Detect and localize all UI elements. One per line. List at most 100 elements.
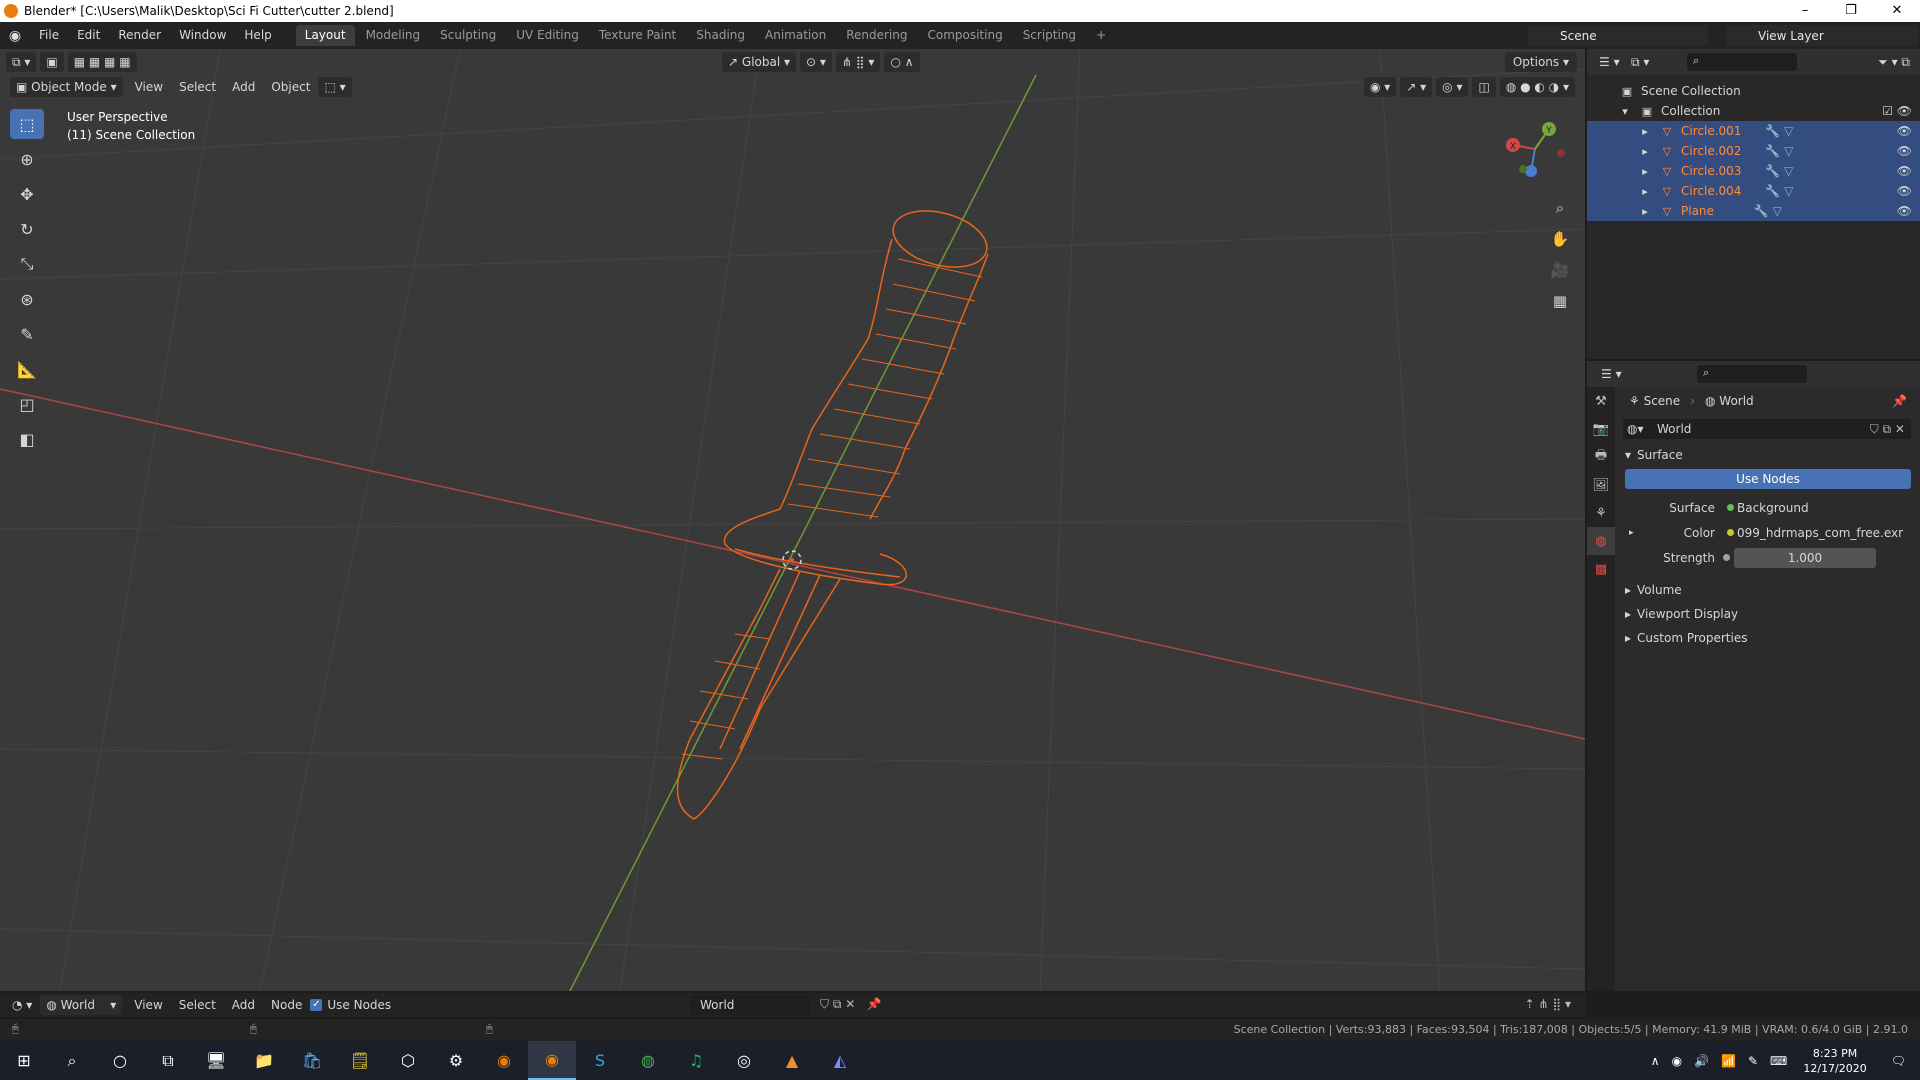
3d-viewport[interactable]: ⧉ ▾ ▣ ▦ ▦ ▦ ▦ ↗ Global ▾ ⊙ ▾ ⋔ ⣿ ▾ ○ ∧ O…: [0, 49, 1585, 991]
maximize-button[interactable]: ❐: [1828, 0, 1874, 22]
tray-app-icon[interactable]: ◉: [1666, 1054, 1688, 1068]
node-menu-view[interactable]: View: [126, 998, 170, 1012]
node-menu-add[interactable]: Add: [224, 998, 263, 1012]
taskbar-clock[interactable]: 8:23 PM 12/17/2020: [1793, 1046, 1876, 1076]
visibility-eye-icon[interactable]: 👁: [1897, 164, 1912, 178]
gizmo-neg-y[interactable]: [1519, 165, 1527, 173]
modifier-mesh-icons[interactable]: 🔧 ▽: [1765, 184, 1793, 198]
pen-icon[interactable]: ✎: [1742, 1054, 1764, 1068]
obs-icon[interactable]: ◎: [720, 1041, 768, 1080]
modifier-mesh-icons[interactable]: 🔧 ▽: [1765, 124, 1793, 138]
menu-render[interactable]: Render: [109, 22, 170, 49]
annotate-tool-icon[interactable]: ✎: [10, 319, 44, 349]
scene-selector[interactable]: Scene: [1528, 25, 1708, 46]
skype-icon[interactable]: S: [576, 1041, 624, 1080]
custom-properties-panel-header[interactable]: ▸ Custom Properties: [1619, 626, 1917, 650]
fake-user-new-unlink-icons[interactable]: ⛉ ⧉ ✕: [1870, 422, 1905, 437]
tab-sculpting[interactable]: Sculpting: [431, 25, 505, 46]
world-datablock-field[interactable]: ◍▾ World ⛉ ⧉ ✕: [1623, 419, 1911, 439]
tab-texture-paint[interactable]: Texture Paint: [590, 25, 685, 46]
file-explorer-icon[interactable]: 📁: [240, 1041, 288, 1080]
move-tool-icon[interactable]: ✥: [10, 179, 44, 209]
outliner-editor-icon[interactable]: ☰ ▾: [1599, 55, 1631, 69]
affinity-icon[interactable]: ◭: [816, 1041, 864, 1080]
pivot-point-icon[interactable]: ⊙ ▾: [800, 52, 832, 72]
select-box-tool-icon[interactable]: ▣: [40, 52, 64, 72]
modifier-mesh-icons[interactable]: 🔧 ▽: [1754, 204, 1782, 218]
close-button[interactable]: ✕: [1874, 0, 1920, 22]
gizmo-toggle-icon[interactable]: ↗ ▾: [1400, 77, 1433, 97]
options-dropdown[interactable]: Options ▾: [1504, 52, 1577, 72]
keyboard-icon[interactable]: ⌨: [1764, 1054, 1793, 1068]
expand-arrow-icon[interactable]: ▸: [1637, 205, 1653, 218]
menu-object[interactable]: Object: [263, 80, 318, 94]
add-workspace-button[interactable]: +: [1087, 25, 1115, 46]
tab-uv-editing[interactable]: UV Editing: [507, 25, 588, 46]
ortho-grid-icon[interactable]: ▦: [1546, 287, 1574, 315]
viewport-display-panel-header[interactable]: ▸ Viewport Display: [1619, 602, 1917, 626]
snap-icon[interactable]: ⋔ ⣿ ▾: [835, 52, 881, 72]
blender-logo-icon[interactable]: ◉: [0, 28, 30, 44]
volume-icon[interactable]: 🔊: [1688, 1054, 1715, 1068]
view-layer-selector[interactable]: View Layer: [1726, 25, 1918, 46]
gizmo-z-axis[interactable]: [1525, 165, 1537, 177]
store-icon[interactable]: 🛍: [288, 1041, 336, 1080]
volume-panel-header[interactable]: ▸ Volume: [1619, 578, 1917, 602]
outliner-object-row[interactable]: ▸ ▽ Plane 🔧 ▽ 👁: [1587, 201, 1920, 221]
task-view-icon[interactable]: ⧉: [144, 1041, 192, 1080]
transform-orientation[interactable]: ↗ Global ▾: [722, 52, 797, 72]
display-mode-icon[interactable]: ⧉ ▾: [1631, 55, 1649, 70]
cursor-tool-icon[interactable]: ⊕: [10, 144, 44, 174]
properties-editor-icon[interactable]: ☰ ▾: [1601, 367, 1622, 381]
tool-tab-icon[interactable]: ⚒: [1587, 387, 1615, 415]
tray-chevron-icon[interactable]: ∧: [1645, 1054, 1666, 1068]
view-layer-tab-icon[interactable]: 🖼: [1587, 471, 1615, 499]
outliner-object-row[interactable]: ▸ ▽ Circle.001 🔧 ▽ 👁: [1587, 121, 1920, 141]
outliner-search-input[interactable]: ⌕: [1687, 53, 1797, 71]
overlays-toggle-icon[interactable]: ◎ ▾: [1436, 77, 1469, 97]
texture-tab-icon[interactable]: ▩: [1587, 555, 1615, 583]
tab-animation[interactable]: Animation: [756, 25, 835, 46]
outliner-collection[interactable]: ▾ ▣ Collection ☑ 👁: [1587, 101, 1920, 121]
color-input-selector[interactable]: 099_hdrmaps_com_free.exr: [1723, 522, 1903, 543]
search-icon[interactable]: ⌕: [48, 1041, 96, 1080]
collapse-arrow-icon[interactable]: ▾: [1617, 105, 1633, 118]
selection-mode-icons[interactable]: ▦ ▦ ▦ ▦: [67, 52, 137, 72]
tab-scripting[interactable]: Scripting: [1014, 25, 1085, 46]
menu-help[interactable]: Help: [235, 22, 280, 49]
menu-add[interactable]: Add: [224, 80, 263, 94]
strength-slider[interactable]: 1.000: [1734, 547, 1876, 568]
tab-layout[interactable]: Layout: [295, 25, 355, 46]
tab-rendering[interactable]: Rendering: [837, 25, 916, 46]
node-menu-node[interactable]: Node: [263, 998, 310, 1012]
shading-modes-icons[interactable]: ◍ ● ◐ ◑ ▾: [1499, 77, 1575, 97]
minimize-button[interactable]: –: [1782, 0, 1828, 22]
menu-file[interactable]: File: [30, 22, 68, 49]
unity-hub-icon[interactable]: ⬡: [384, 1041, 432, 1080]
shader-type-dropdown[interactable]: ◍ World ▾: [40, 995, 123, 1015]
select-box-tool-icon[interactable]: ⬚: [10, 109, 44, 139]
properties-search-input[interactable]: ⌕: [1697, 365, 1807, 383]
explorer-pinned-icon[interactable]: 🖥: [192, 1041, 240, 1080]
windows-start-icon[interactable]: ⊞: [0, 1041, 48, 1080]
proportional-edit-icon[interactable]: ○ ∧: [884, 52, 920, 72]
tab-shading[interactable]: Shading: [687, 25, 754, 46]
tab-compositing[interactable]: Compositing: [918, 25, 1011, 46]
scene-tab-icon[interactable]: ⚘: [1587, 499, 1615, 527]
expand-arrow-icon[interactable]: ▸: [1637, 185, 1653, 198]
visibility-eye-icon[interactable]: 👁: [1897, 204, 1912, 218]
node-snap-icons[interactable]: ⇡ ⋔ ⣿ ▾: [1525, 997, 1571, 1011]
node-world-field[interactable]: World: [690, 995, 810, 1015]
measure-tool-icon[interactable]: 📐: [10, 354, 44, 384]
zoom-icon[interactable]: ⌕: [1546, 194, 1574, 222]
sticky-notes-icon[interactable]: 🗒: [336, 1041, 384, 1080]
outliner-object-row[interactable]: ▸ ▽ Circle.004 🔧 ▽ 👁: [1587, 181, 1920, 201]
blender-taskbar-icon[interactable]: ◉: [480, 1041, 528, 1080]
wifi-icon[interactable]: 📶: [1715, 1054, 1742, 1068]
menu-edit[interactable]: Edit: [68, 22, 109, 49]
app-gear-icon[interactable]: ⚙: [432, 1041, 480, 1080]
use-nodes-button[interactable]: Use Nodes: [1625, 469, 1911, 489]
outliner-object-row[interactable]: ▸ ▽ Circle.003 🔧 ▽ 👁: [1587, 161, 1920, 181]
node-menu-select[interactable]: Select: [171, 998, 224, 1012]
spotify-icon[interactable]: ♫: [672, 1041, 720, 1080]
